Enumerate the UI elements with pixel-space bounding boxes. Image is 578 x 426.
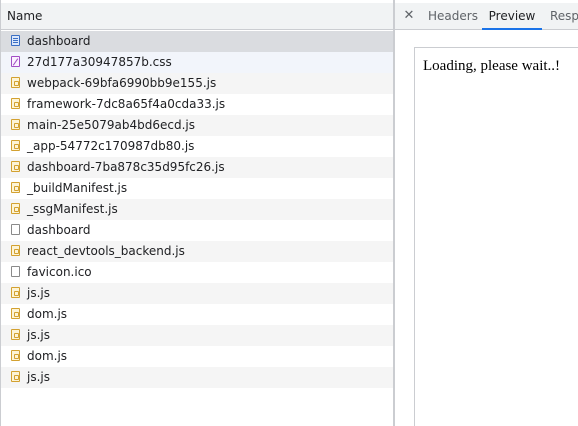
blank-file-icon <box>11 224 20 235</box>
request-name: _app-54772c170987db80.js <box>27 139 195 153</box>
request-row[interactable]: _app-54772c170987db80.js <box>1 136 394 157</box>
tab-response[interactable]: Resp <box>550 3 578 29</box>
document-icon <box>11 35 20 46</box>
request-row[interactable]: _ssgManifest.js <box>1 199 394 220</box>
js-file-icon <box>11 140 20 151</box>
request-row[interactable]: 27d177a30947857b.css <box>1 52 394 73</box>
details-tabbar: ✕ Headers Preview Resp <box>395 3 578 30</box>
js-file-icon <box>11 203 20 214</box>
js-file-icon <box>11 182 20 193</box>
empty-list-area <box>1 388 394 426</box>
request-row[interactable]: favicon.ico <box>1 262 394 283</box>
request-name: dashboard <box>27 34 91 48</box>
request-row[interactable]: _buildManifest.js <box>1 178 394 199</box>
request-name: dashboard-7ba878c35d95fc26.js <box>27 160 225 174</box>
js-file-icon <box>11 77 20 88</box>
request-row[interactable]: dashboard <box>1 31 394 52</box>
js-file-icon <box>11 119 20 130</box>
request-name: _ssgManifest.js <box>27 202 118 216</box>
js-file-icon <box>11 98 20 109</box>
js-file-icon <box>11 245 20 256</box>
tab-preview[interactable]: Preview <box>482 3 542 30</box>
request-row[interactable]: js.js <box>1 283 394 304</box>
request-rows: dashboard 27d177a30947857b.css webpack-6… <box>1 31 394 388</box>
tab-headers[interactable]: Headers <box>428 3 478 29</box>
js-file-icon <box>11 329 20 340</box>
request-name: dom.js <box>27 307 68 321</box>
request-name: dashboard <box>27 223 91 237</box>
preview-top-gap <box>395 30 578 47</box>
request-name: dom.js <box>27 349 68 363</box>
request-row[interactable]: js.js <box>1 367 394 388</box>
request-name: framework-7dc8a65f4a0cda33.js <box>27 97 226 111</box>
request-name: js.js <box>27 328 50 342</box>
network-request-list: Name dashboard 27d177a30947857b.css webp… <box>0 0 394 426</box>
request-row[interactable]: main-25e5079ab4bd6ecd.js <box>1 115 394 136</box>
request-name: _buildManifest.js <box>27 181 128 195</box>
request-name: js.js <box>27 370 50 384</box>
request-name: react_devtools_backend.js <box>27 244 185 258</box>
close-icon[interactable]: ✕ <box>403 7 415 25</box>
js-file-icon <box>11 308 20 319</box>
preview-panel: Loading, please wait..! <box>414 47 578 426</box>
request-name: 27d177a30947857b.css <box>27 55 172 69</box>
request-row[interactable]: react_devtools_backend.js <box>1 241 394 262</box>
js-file-icon <box>11 371 20 382</box>
request-row[interactable]: framework-7dc8a65f4a0cda33.js <box>1 94 394 115</box>
request-name: webpack-69bfa6990bb9e155.js <box>27 76 217 90</box>
preview-content-text: Loading, please wait..! <box>423 58 561 74</box>
request-details-pane: ✕ Headers Preview Resp Loading, please w… <box>395 0 578 426</box>
request-name: js.js <box>27 286 50 300</box>
request-row[interactable]: dashboard-7ba878c35d95fc26.js <box>1 157 394 178</box>
request-row[interactable]: dashboard <box>1 220 394 241</box>
request-name: main-25e5079ab4bd6ecd.js <box>27 118 195 132</box>
js-file-icon <box>11 287 20 298</box>
request-row[interactable]: dom.js <box>1 346 394 367</box>
js-file-icon <box>11 161 20 172</box>
request-row[interactable]: dom.js <box>1 304 394 325</box>
js-file-icon <box>11 350 20 361</box>
css-file-icon <box>11 56 20 67</box>
request-name: favicon.ico <box>27 265 92 279</box>
request-row[interactable]: js.js <box>1 325 394 346</box>
request-row[interactable]: webpack-69bfa6990bb9e155.js <box>1 73 394 94</box>
blank-file-icon <box>11 266 20 277</box>
name-column-header[interactable]: Name <box>1 3 394 30</box>
name-column-label: Name <box>7 9 43 23</box>
